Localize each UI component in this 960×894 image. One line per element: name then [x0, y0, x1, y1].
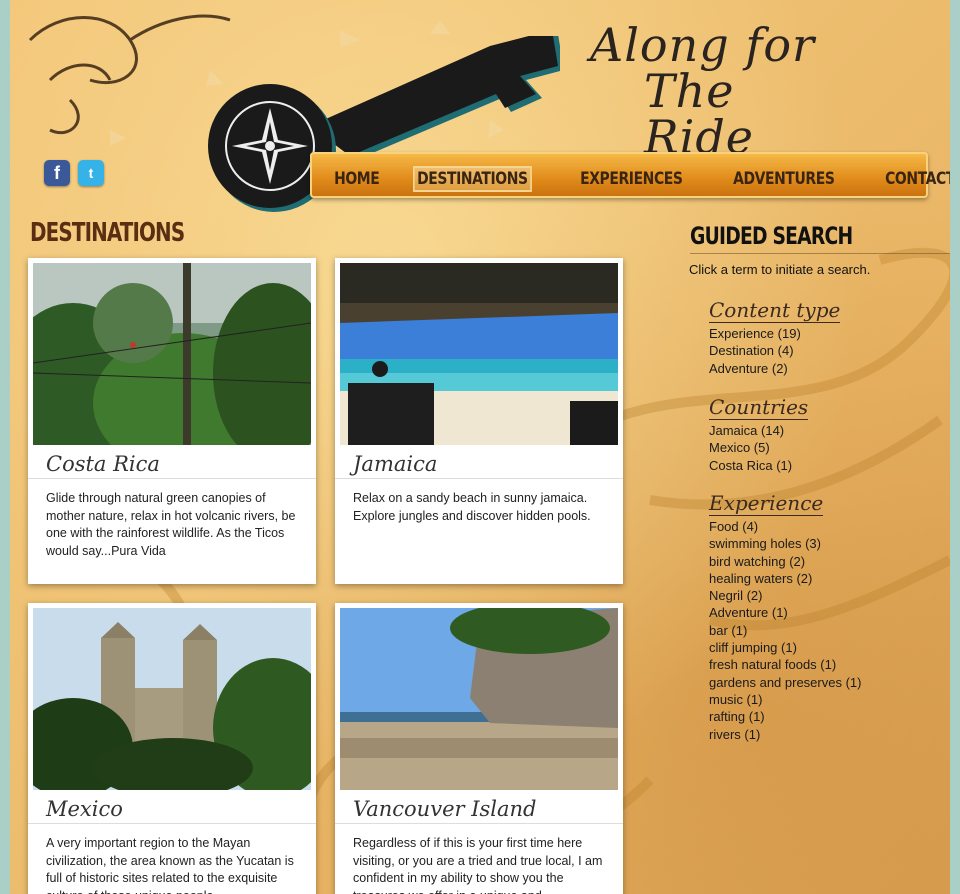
- facet-title: Experience: [709, 491, 824, 516]
- card-divider: [28, 478, 316, 479]
- facet-term[interactable]: bird watching (2): [709, 553, 861, 570]
- card-description: Glide through natural green canopies of …: [46, 491, 296, 558]
- logo-line-2: The Ride: [644, 64, 755, 164]
- facet-term[interactable]: healing waters (2): [709, 570, 861, 587]
- jamaica-photo[interactable]: [340, 263, 618, 445]
- page-background: Along for The Ride f t HOME DESTINATIONS…: [10, 0, 950, 894]
- facet-term[interactable]: Costa Rica (1): [709, 457, 808, 474]
- facet-title: Content type: [709, 298, 841, 323]
- facet-term[interactable]: Jamaica (14): [709, 422, 808, 439]
- facet-term[interactable]: Negril (2): [709, 587, 861, 604]
- facet-term[interactable]: Adventure (1): [709, 604, 861, 621]
- facet-title: Countries: [709, 395, 809, 420]
- facet-term[interactable]: Destination (4): [709, 342, 840, 359]
- facet-term[interactable]: swimming holes (3): [709, 535, 861, 552]
- destination-card-costa-rica[interactable]: Costa Rica Glide through natural green c…: [28, 258, 316, 584]
- facet-term[interactable]: rivers (1): [709, 726, 861, 743]
- twitter-icon[interactable]: t: [78, 160, 104, 186]
- card-title[interactable]: Vancouver Island: [353, 797, 537, 821]
- nav-home[interactable]: HOME: [330, 166, 383, 192]
- facet-term[interactable]: Food (4): [709, 518, 861, 535]
- facet-term[interactable]: bar (1): [709, 622, 861, 639]
- guided-search-hint: Click a term to initiate a search.: [689, 262, 871, 277]
- page-title: DESTINATIONS: [30, 218, 185, 248]
- social-links: f t: [44, 160, 104, 186]
- facet-term[interactable]: cliff jumping (1): [709, 639, 861, 656]
- card-title[interactable]: Jamaica: [353, 452, 437, 476]
- facet-experience: Experience Food (4) swimming holes (3) b…: [709, 491, 861, 743]
- nav-destinations[interactable]: DESTINATIONS: [413, 166, 532, 192]
- facet-term[interactable]: Experience (19): [709, 325, 840, 342]
- sidebar-divider: [690, 253, 950, 254]
- main-navigation: HOME DESTINATIONS EXPERIENCES ADVENTURES…: [310, 152, 950, 198]
- facet-term[interactable]: fresh natural foods (1): [709, 656, 861, 673]
- card-divider: [335, 823, 623, 824]
- facet-countries: Countries Jamaica (14) Mexico (5) Costa …: [709, 395, 809, 474]
- facebook-icon[interactable]: f: [44, 160, 70, 186]
- nav-adventures[interactable]: ADVENTURES: [729, 166, 839, 192]
- card-description: Regardless of if this is your first time…: [353, 836, 603, 894]
- destination-card-vancouver-island[interactable]: Vancouver Island Regardless of if this i…: [335, 603, 623, 894]
- card-title[interactable]: Costa Rica: [46, 452, 160, 476]
- card-description: A very important region to the Mayan civ…: [46, 836, 294, 894]
- facet-term[interactable]: music (1): [709, 691, 861, 708]
- facet-term[interactable]: Adventure (2): [709, 360, 840, 377]
- card-description: Relax on a sandy beach in sunny jamaica.…: [353, 491, 591, 523]
- costa-rica-photo[interactable]: [33, 263, 311, 445]
- site-logo-title[interactable]: Along for The Ride: [590, 22, 830, 160]
- vancouver-island-photo[interactable]: [340, 608, 618, 790]
- card-divider: [28, 823, 316, 824]
- nav-experiences[interactable]: EXPERIENCES: [576, 166, 687, 192]
- facet-term[interactable]: gardens and preserves (1): [709, 674, 861, 691]
- facet-term[interactable]: rafting (1): [709, 708, 861, 725]
- mexico-photo[interactable]: [33, 608, 311, 790]
- facet-term[interactable]: Mexico (5): [709, 439, 808, 456]
- card-divider: [335, 478, 623, 479]
- guided-search-title: GUIDED SEARCH: [690, 222, 853, 250]
- card-title[interactable]: Mexico: [46, 797, 123, 821]
- nav-contact[interactable]: CONTACT: [881, 166, 950, 192]
- logo-line-1: Along for: [590, 18, 816, 72]
- destination-card-jamaica[interactable]: Jamaica Relax on a sandy beach in sunny …: [335, 258, 623, 584]
- facet-content-type: Content type Experience (19) Destination…: [709, 298, 841, 377]
- destination-card-mexico[interactable]: Mexico A very important region to the Ma…: [28, 603, 316, 894]
